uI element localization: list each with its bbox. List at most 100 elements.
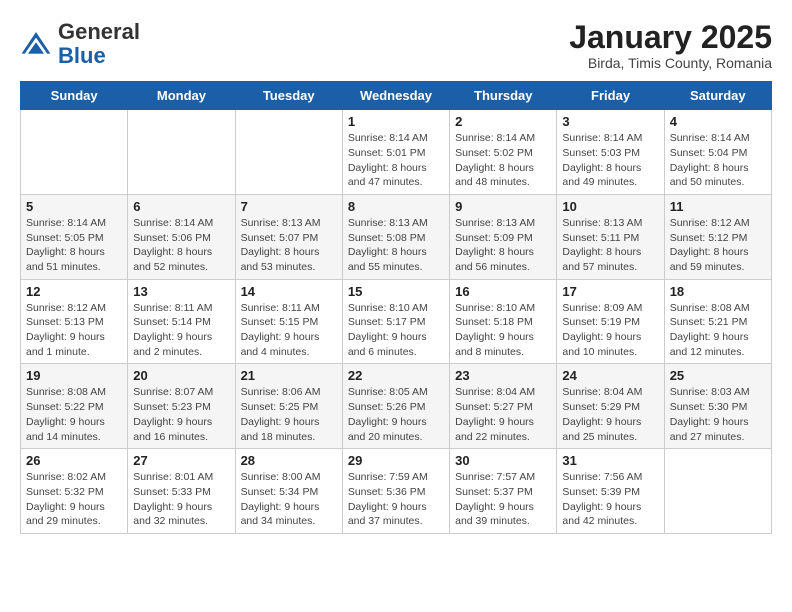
calendar-cell: 2 Sunrise: 8:14 AM Sunset: 5:02 PM Daylig… <box>450 110 557 195</box>
day-info: Sunrise: 8:05 AM Sunset: 5:26 PM Dayligh… <box>348 385 444 444</box>
day-info: Sunrise: 8:13 AM Sunset: 5:08 PM Dayligh… <box>348 216 444 275</box>
day-number: 5 <box>26 199 122 214</box>
calendar-cell: 20 Sunrise: 8:07 AM Sunset: 5:23 PM Dayli… <box>128 364 235 449</box>
day-number: 6 <box>133 199 229 214</box>
day-info: Sunrise: 8:02 AM Sunset: 5:32 PM Dayligh… <box>26 470 122 529</box>
day-info: Sunrise: 8:14 AM Sunset: 5:05 PM Dayligh… <box>26 216 122 275</box>
day-info: Sunrise: 7:57 AM Sunset: 5:37 PM Dayligh… <box>455 470 551 529</box>
day-info: Sunrise: 8:08 AM Sunset: 5:22 PM Dayligh… <box>26 385 122 444</box>
calendar-cell: 5 Sunrise: 8:14 AM Sunset: 5:05 PM Daylig… <box>21 194 128 279</box>
calendar-cell: 27Sunrise: 8:01 AM Sunset: 5:33 PM Dayli… <box>128 449 235 534</box>
day-info: Sunrise: 8:07 AM Sunset: 5:23 PM Dayligh… <box>133 385 229 444</box>
day-number: 9 <box>455 199 551 214</box>
calendar-cell: 30 Sunrise: 7:57 AM Sunset: 5:37 PM Dayli… <box>450 449 557 534</box>
weekday-header-thursday: Thursday <box>450 82 557 110</box>
day-info: Sunrise: 8:14 AM Sunset: 5:04 PM Dayligh… <box>670 131 766 190</box>
logo: General Blue <box>20 20 140 68</box>
month-title: January 2025 <box>569 20 772 55</box>
day-number: 18 <box>670 284 766 299</box>
day-number: 19 <box>26 368 122 383</box>
day-number: 11 <box>670 199 766 214</box>
weekday-header-tuesday: Tuesday <box>235 82 342 110</box>
day-number: 31 <box>562 453 658 468</box>
day-number: 22 <box>348 368 444 383</box>
day-number: 14 <box>241 284 337 299</box>
calendar-cell: 1Sunrise: 8:14 AM Sunset: 5:01 PM Daylig… <box>342 110 449 195</box>
day-number: 20 <box>133 368 229 383</box>
day-number: 24 <box>562 368 658 383</box>
calendar-cell: 22 Sunrise: 8:05 AM Sunset: 5:26 PM Dayli… <box>342 364 449 449</box>
calendar-cell: 3Sunrise: 8:14 AM Sunset: 5:03 PM Daylig… <box>557 110 664 195</box>
logo-text: General Blue <box>58 20 140 68</box>
logo-general: General <box>58 19 140 44</box>
day-info: Sunrise: 8:11 AM Sunset: 5:14 PM Dayligh… <box>133 301 229 360</box>
calendar-cell: 17Sunrise: 8:09 AM Sunset: 5:19 PM Dayli… <box>557 279 664 364</box>
weekday-header-saturday: Saturday <box>664 82 771 110</box>
calendar-week-row: 1Sunrise: 8:14 AM Sunset: 5:01 PM Daylig… <box>21 110 772 195</box>
calendar-cell: 4 Sunrise: 8:14 AM Sunset: 5:04 PM Daylig… <box>664 110 771 195</box>
day-info: Sunrise: 8:04 AM Sunset: 5:27 PM Dayligh… <box>455 385 551 444</box>
calendar-cell: 12Sunrise: 8:12 AM Sunset: 5:13 PM Dayli… <box>21 279 128 364</box>
day-number: 8 <box>348 199 444 214</box>
calendar-cell: 24 Sunrise: 8:04 AM Sunset: 5:29 PM Dayli… <box>557 364 664 449</box>
day-info: Sunrise: 8:11 AM Sunset: 5:15 PM Dayligh… <box>241 301 337 360</box>
day-number: 30 <box>455 453 551 468</box>
day-number: 28 <box>241 453 337 468</box>
calendar-cell: 10 Sunrise: 8:13 AM Sunset: 5:11 PM Dayli… <box>557 194 664 279</box>
page-header: General Blue January 2025 Birda, Timis C… <box>20 20 772 71</box>
location-subtitle: Birda, Timis County, Romania <box>569 55 772 71</box>
day-number: 15 <box>348 284 444 299</box>
day-number: 10 <box>562 199 658 214</box>
day-number: 1 <box>348 114 444 129</box>
calendar-cell: 13 Sunrise: 8:11 AM Sunset: 5:14 PM Dayli… <box>128 279 235 364</box>
calendar-cell: 19 Sunrise: 8:08 AM Sunset: 5:22 PM Dayli… <box>21 364 128 449</box>
day-info: Sunrise: 7:56 AM Sunset: 5:39 PM Dayligh… <box>562 470 658 529</box>
calendar-cell: 31 Sunrise: 7:56 AM Sunset: 5:39 PM Dayli… <box>557 449 664 534</box>
calendar-cell: 28Sunrise: 8:00 AM Sunset: 5:34 PM Dayli… <box>235 449 342 534</box>
calendar-cell <box>21 110 128 195</box>
calendar-cell: 23 Sunrise: 8:04 AM Sunset: 5:27 PM Dayli… <box>450 364 557 449</box>
calendar-cell <box>128 110 235 195</box>
day-number: 13 <box>133 284 229 299</box>
weekday-header-sunday: Sunday <box>21 82 128 110</box>
day-info: Sunrise: 8:14 AM Sunset: 5:02 PM Dayligh… <box>455 131 551 190</box>
day-info: Sunrise: 8:10 AM Sunset: 5:18 PM Dayligh… <box>455 301 551 360</box>
day-info: Sunrise: 7:59 AM Sunset: 5:36 PM Dayligh… <box>348 470 444 529</box>
day-number: 27 <box>133 453 229 468</box>
day-number: 7 <box>241 199 337 214</box>
calendar-week-row: 26 Sunrise: 8:02 AM Sunset: 5:32 PM Dayli… <box>21 449 772 534</box>
calendar-cell: 18Sunrise: 8:08 AM Sunset: 5:21 PM Dayli… <box>664 279 771 364</box>
day-info: Sunrise: 8:06 AM Sunset: 5:25 PM Dayligh… <box>241 385 337 444</box>
day-number: 23 <box>455 368 551 383</box>
logo-blue: Blue <box>58 43 106 68</box>
calendar-week-row: 19 Sunrise: 8:08 AM Sunset: 5:22 PM Dayli… <box>21 364 772 449</box>
day-info: Sunrise: 8:09 AM Sunset: 5:19 PM Dayligh… <box>562 301 658 360</box>
calendar-cell: 21Sunrise: 8:06 AM Sunset: 5:25 PM Dayli… <box>235 364 342 449</box>
day-info: Sunrise: 8:13 AM Sunset: 5:07 PM Dayligh… <box>241 216 337 275</box>
calendar-week-row: 5 Sunrise: 8:14 AM Sunset: 5:05 PM Daylig… <box>21 194 772 279</box>
calendar-cell: 29 Sunrise: 7:59 AM Sunset: 5:36 PM Dayli… <box>342 449 449 534</box>
weekday-header-row: SundayMondayTuesdayWednesdayThursdayFrid… <box>21 82 772 110</box>
day-info: Sunrise: 8:13 AM Sunset: 5:09 PM Dayligh… <box>455 216 551 275</box>
title-area: January 2025 Birda, Timis County, Romani… <box>569 20 772 71</box>
calendar-cell: 8 Sunrise: 8:13 AM Sunset: 5:08 PM Daylig… <box>342 194 449 279</box>
calendar-cell: 16Sunrise: 8:10 AM Sunset: 5:18 PM Dayli… <box>450 279 557 364</box>
calendar-cell: 26 Sunrise: 8:02 AM Sunset: 5:32 PM Dayli… <box>21 449 128 534</box>
calendar-cell: 7 Sunrise: 8:13 AM Sunset: 5:07 PM Daylig… <box>235 194 342 279</box>
day-info: Sunrise: 8:13 AM Sunset: 5:11 PM Dayligh… <box>562 216 658 275</box>
day-number: 3 <box>562 114 658 129</box>
day-info: Sunrise: 8:03 AM Sunset: 5:30 PM Dayligh… <box>670 385 766 444</box>
calendar-table: SundayMondayTuesdayWednesdayThursdayFrid… <box>20 81 772 534</box>
day-number: 4 <box>670 114 766 129</box>
weekday-header-monday: Monday <box>128 82 235 110</box>
day-number: 2 <box>455 114 551 129</box>
day-info: Sunrise: 8:14 AM Sunset: 5:06 PM Dayligh… <box>133 216 229 275</box>
calendar-cell: 15Sunrise: 8:10 AM Sunset: 5:17 PM Dayli… <box>342 279 449 364</box>
day-number: 25 <box>670 368 766 383</box>
day-info: Sunrise: 8:04 AM Sunset: 5:29 PM Dayligh… <box>562 385 658 444</box>
calendar-cell: 11Sunrise: 8:12 AM Sunset: 5:12 PM Dayli… <box>664 194 771 279</box>
day-number: 29 <box>348 453 444 468</box>
calendar-week-row: 12Sunrise: 8:12 AM Sunset: 5:13 PM Dayli… <box>21 279 772 364</box>
day-number: 26 <box>26 453 122 468</box>
logo-icon <box>20 28 52 60</box>
